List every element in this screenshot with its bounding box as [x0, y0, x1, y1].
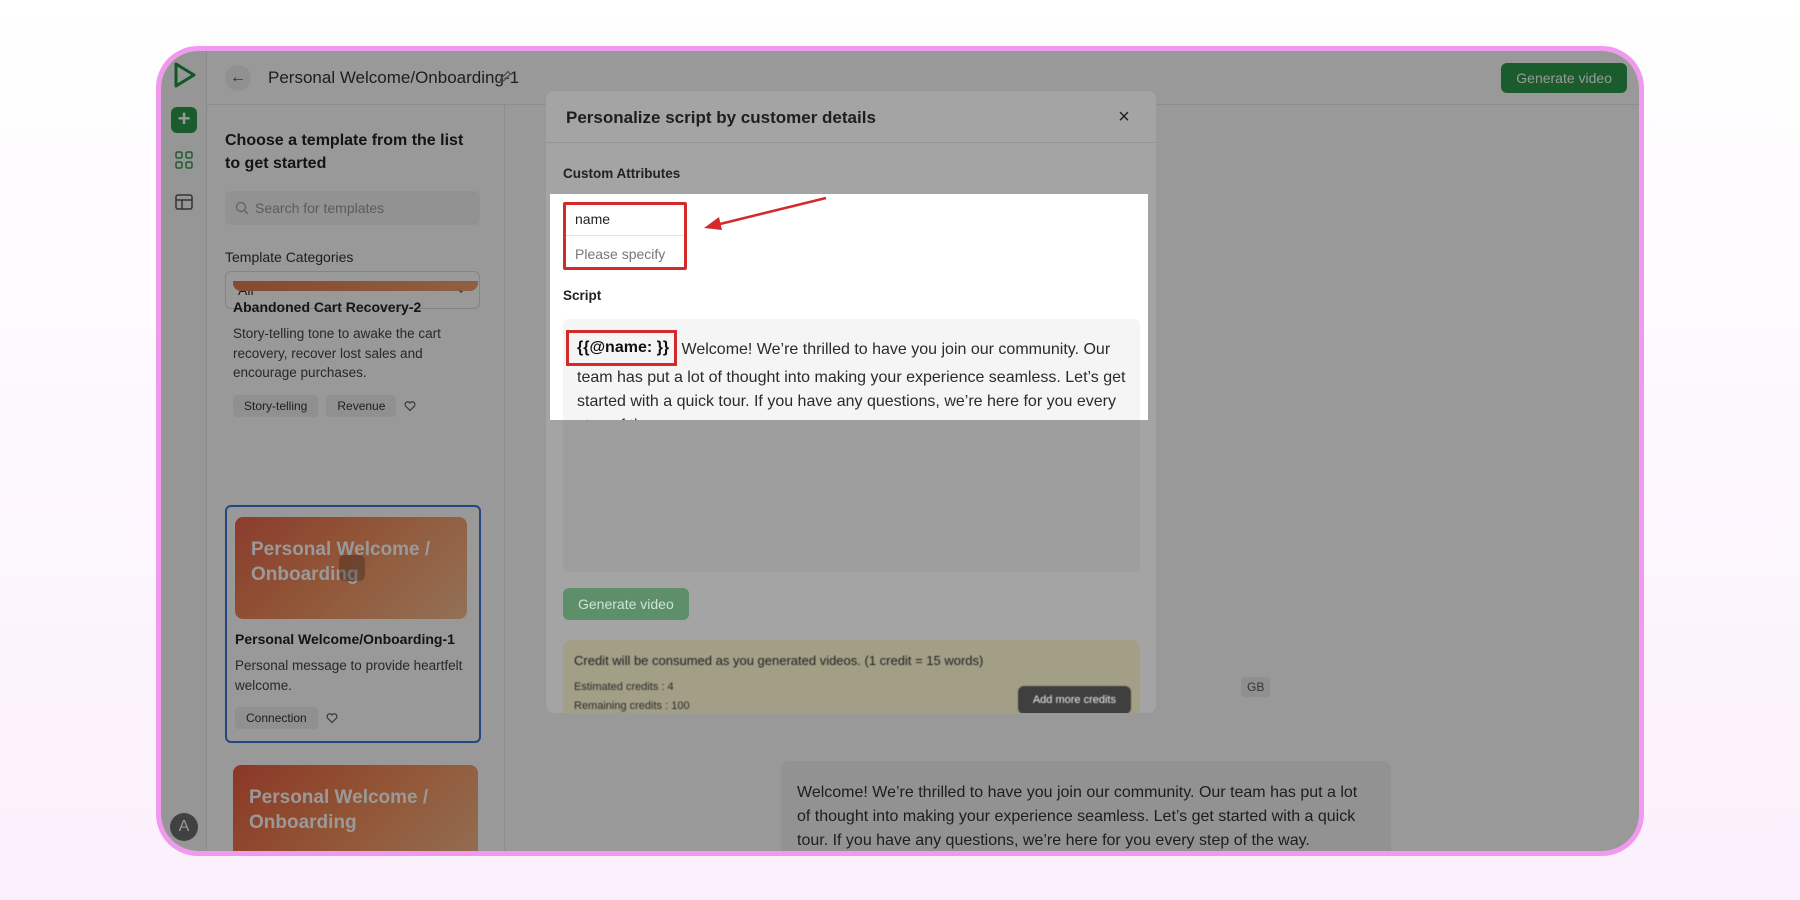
red-arrow-annotation — [704, 196, 827, 230]
credits-info: Credit will be consumed as you generated… — [574, 653, 984, 668]
name-token[interactable]: {{@name: }} — [566, 330, 678, 366]
screenshot-frame: + A ← Personal Welcome/Onboarding-1 Gene… — [156, 46, 1644, 856]
modal-header: Personalize script by customer details × — [546, 91, 1156, 143]
remaining-credits: Remaining credits : 100 — [574, 700, 690, 712]
attribute-name: name — [575, 211, 611, 227]
add-credits-button[interactable]: Add more credits — [1017, 686, 1131, 713]
app-window: + A ← Personal Welcome/Onboarding-1 Gene… — [161, 51, 1639, 851]
custom-attributes-label: Custom Attributes — [563, 166, 681, 181]
script-label: Script — [563, 288, 602, 303]
script-editor[interactable]: {{@name: }} Welcome! We’re thrilled to h… — [563, 319, 1140, 434]
estimated-credits: Estimated credits : 4 — [574, 681, 674, 693]
credits-notice: Credit will be consumed as you generated… — [563, 640, 1140, 713]
modal-generate-video-button[interactable]: Generate video — [563, 588, 689, 620]
close-icon[interactable]: × — [1116, 107, 1132, 127]
personalize-modal: Personalize script by customer details ×… — [546, 91, 1156, 713]
divider — [566, 235, 684, 236]
attribute-field: name — [563, 202, 687, 270]
modal-title: Personalize script by customer details — [566, 108, 876, 127]
script-editor-extension[interactable] — [563, 420, 1140, 572]
highlighted-region: name Script {{@name: }} Welcome! We’re t… — [550, 194, 1148, 434]
attribute-value-input[interactable] — [572, 243, 680, 265]
